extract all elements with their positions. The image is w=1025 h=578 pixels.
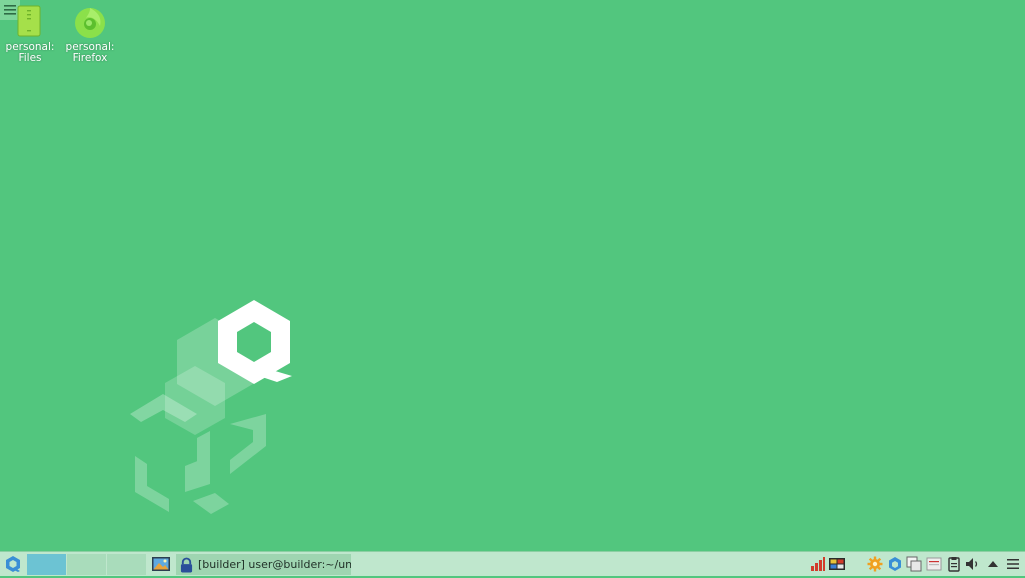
menu-icon[interactable]: [1005, 556, 1021, 572]
files-icon: [17, 5, 41, 37]
desktop-icon-files[interactable]: personal: Files: [0, 4, 60, 64]
firefox-icon: [75, 8, 105, 38]
qubes-menu-icon: [6, 556, 20, 572]
app-menu-button[interactable]: [4, 554, 22, 575]
network-icon[interactable]: [810, 556, 826, 572]
volume-icon[interactable]: [965, 556, 981, 572]
window-title: [builder] user@builder:~/un...: [198, 558, 351, 571]
arrow-up-icon[interactable]: [985, 556, 1001, 572]
show-desktop-button[interactable]: [151, 554, 171, 575]
qube-manager-icon[interactable]: [829, 556, 845, 572]
workspace-2-button[interactable]: [67, 554, 106, 575]
qubes-logo: [130, 300, 292, 514]
workspace-1-button[interactable]: [27, 554, 66, 575]
desktop-icon-firefox[interactable]: personal: Firefox: [60, 4, 120, 64]
desktop-icon-label-line2: Files: [18, 52, 42, 64]
workspace-3-button[interactable]: [107, 554, 146, 575]
devices-icon[interactable]: [906, 556, 922, 572]
disk-icon[interactable]: [946, 556, 962, 572]
taskbar-window-button[interactable]: [builder] user@builder:~/un...: [176, 554, 351, 575]
qubes-domains-icon[interactable]: [887, 556, 903, 572]
updates-icon[interactable]: [867, 556, 883, 572]
clipboard-icon[interactable]: [926, 556, 942, 572]
taskbar: [builder] user@builder:~/un...: [0, 551, 1025, 576]
show-desktop-icon: [152, 557, 170, 571]
desktop-icon-label-line2: Firefox: [72, 52, 108, 64]
lock-icon: [180, 557, 193, 572]
